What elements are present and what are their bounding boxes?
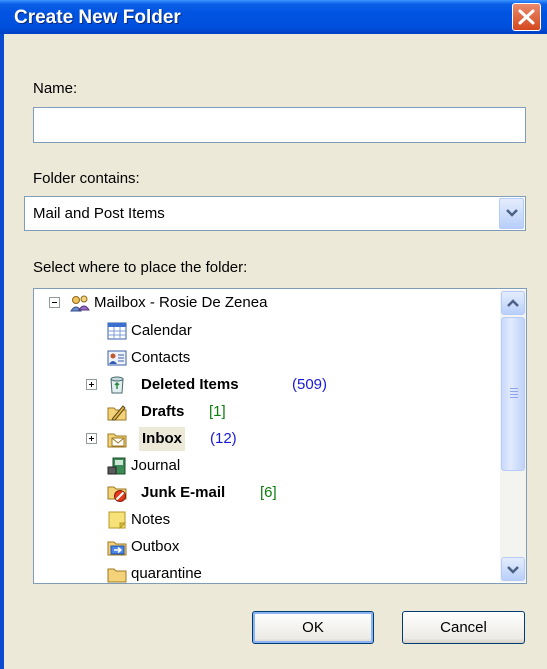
junk-icon bbox=[107, 486, 127, 502]
create-new-folder-dialog: Create New Folder Name: Folder contains:… bbox=[0, 0, 547, 669]
location-label: Select where to place the folder: bbox=[33, 259, 248, 276]
close-icon bbox=[518, 9, 535, 25]
scroll-up-button[interactable] bbox=[501, 291, 525, 315]
close-button[interactable] bbox=[512, 3, 541, 31]
journal-icon bbox=[107, 457, 126, 475]
tree-item-quarantine[interactable]: quarantine bbox=[34, 562, 494, 583]
scroll-down-button[interactable] bbox=[501, 557, 525, 581]
tree-item-journal[interactable]: Journal bbox=[34, 454, 494, 478]
tree-item-deleted-items[interactable]: Deleted Items (509) bbox=[34, 373, 494, 397]
tree-item-label: Junk E-mail bbox=[141, 484, 226, 501]
chevron-down-icon bbox=[506, 209, 518, 217]
item-count: [1] bbox=[209, 403, 226, 420]
folder-icon bbox=[107, 568, 127, 583]
tree-item-label: Outbox bbox=[131, 538, 180, 555]
chevron-down-icon bbox=[507, 566, 519, 574]
grip-line bbox=[510, 394, 518, 395]
grip-line bbox=[510, 397, 518, 398]
inbox-icon bbox=[107, 433, 127, 448]
tree-item-inbox[interactable]: Inbox (12) bbox=[34, 427, 494, 451]
trash-icon bbox=[110, 376, 124, 394]
tree-item-label: Notes bbox=[131, 511, 171, 528]
tree-item-label: Calendar bbox=[131, 322, 192, 339]
name-label: Name: bbox=[33, 80, 78, 97]
contacts-icon bbox=[107, 350, 127, 366]
dropdown-button[interactable] bbox=[499, 198, 524, 229]
tree-item-label: Deleted Items bbox=[141, 376, 239, 393]
expand-toggle[interactable] bbox=[86, 379, 97, 390]
dialog-title: Create New Folder bbox=[14, 7, 181, 28]
notes-icon bbox=[108, 511, 127, 529]
tree-item-contacts[interactable]: Contacts bbox=[34, 346, 494, 370]
ok-button[interactable]: OK bbox=[252, 611, 374, 644]
folder-contains-select[interactable]: Mail and Post Items bbox=[24, 196, 526, 231]
item-count: (12) bbox=[210, 430, 237, 447]
title-bar: Create New Folder bbox=[0, 0, 547, 34]
tree-item-label: Contacts bbox=[131, 349, 191, 366]
folder-contains-value: Mail and Post Items bbox=[33, 205, 165, 222]
collapse-toggle[interactable] bbox=[49, 297, 60, 308]
item-count: (509) bbox=[292, 376, 328, 393]
outbox-icon bbox=[107, 541, 127, 556]
mailbox-icon bbox=[70, 295, 90, 312]
tree-item-calendar[interactable]: Calendar bbox=[34, 319, 494, 343]
tree-scrollbar[interactable] bbox=[500, 290, 526, 582]
drafts-icon bbox=[107, 405, 127, 421]
folder-contains-label: Folder contains: bbox=[33, 170, 140, 187]
grip-line bbox=[510, 388, 518, 389]
scroll-thumb[interactable] bbox=[501, 317, 525, 471]
tree-item-label: quarantine bbox=[131, 565, 202, 582]
item-count: [6] bbox=[260, 484, 277, 501]
tree-item-notes[interactable]: Notes bbox=[34, 508, 494, 532]
folder-tree[interactable]: Mailbox - Rosie De Zenea Calendar Contac… bbox=[33, 288, 527, 584]
tree-item-drafts[interactable]: Drafts [1] bbox=[34, 400, 494, 424]
tree-item-outbox[interactable]: Outbox bbox=[34, 535, 494, 559]
tree-item-mailbox[interactable]: Mailbox - Rosie De Zenea bbox=[34, 291, 494, 315]
tree-item-junk-email[interactable]: Junk E-mail [6] bbox=[34, 481, 494, 505]
expand-toggle[interactable] bbox=[86, 433, 97, 444]
cancel-button[interactable]: Cancel bbox=[402, 611, 525, 644]
tree-item-label: Mailbox - Rosie De Zenea bbox=[94, 294, 268, 311]
name-input[interactable] bbox=[33, 107, 526, 143]
window-frame bbox=[0, 34, 4, 669]
chevron-up-icon bbox=[507, 299, 519, 307]
tree-item-label: Inbox bbox=[139, 427, 185, 451]
grip-line bbox=[510, 391, 518, 392]
tree-item-label: Drafts bbox=[141, 403, 185, 420]
tree-item-label: Journal bbox=[131, 457, 181, 474]
calendar-icon bbox=[107, 322, 127, 340]
